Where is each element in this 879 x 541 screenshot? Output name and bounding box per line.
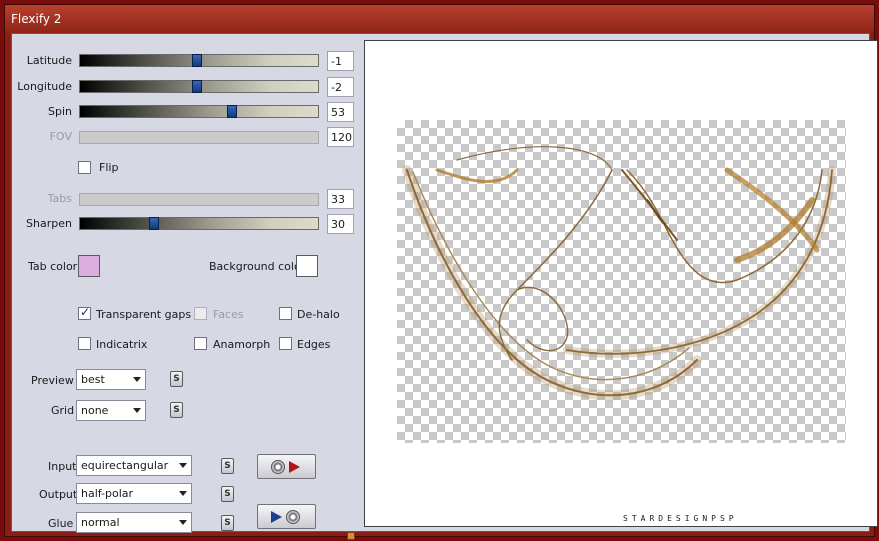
longitude-label: Longitude xyxy=(17,80,72,93)
faces-checkbox[interactable] xyxy=(194,307,207,320)
background-color-swatch[interactable] xyxy=(296,255,318,277)
preview-pane[interactable]: STARDESIGNPSP xyxy=(364,40,878,527)
latitude-slider[interactable] xyxy=(79,54,319,67)
latitude-label: Latitude xyxy=(26,54,72,67)
tabs-slider[interactable] xyxy=(79,193,319,206)
output-s-button[interactable]: S xyxy=(221,486,234,502)
tab-color-label: Tab color xyxy=(28,260,78,273)
play-blue-icon xyxy=(271,511,282,523)
spin-slider[interactable] xyxy=(79,105,319,118)
transparent-gaps-label: Transparent gaps xyxy=(96,308,192,321)
resize-handle[interactable] xyxy=(347,532,355,540)
chevron-down-icon xyxy=(179,520,187,525)
glue-label: Glue xyxy=(48,517,74,530)
title-bar[interactable]: Flexify 2 xyxy=(5,5,874,33)
edges-checkbox[interactable] xyxy=(279,337,292,350)
longitude-slider-thumb[interactable] xyxy=(191,80,202,93)
chevron-down-icon xyxy=(179,463,187,468)
de-halo-checkbox[interactable] xyxy=(279,307,292,320)
preview-checkerboard xyxy=(397,120,846,443)
chevron-down-icon xyxy=(133,377,141,382)
longitude-field[interactable]: -2 xyxy=(327,77,354,97)
input-process-button[interactable] xyxy=(257,454,316,479)
check-icon: ✓ xyxy=(80,305,91,319)
glue-select[interactable]: normal xyxy=(76,512,192,533)
tabs-field[interactable]: 33 xyxy=(327,189,354,209)
latitude-slider-thumb[interactable] xyxy=(191,54,202,67)
longitude-slider[interactable] xyxy=(79,80,319,93)
spin-label: Spin xyxy=(48,105,72,118)
spin-slider-thumb[interactable] xyxy=(227,105,238,118)
disc-icon xyxy=(286,510,300,524)
sharpen-label: Sharpen xyxy=(26,217,72,230)
sharpen-field[interactable]: 30 xyxy=(327,214,354,234)
watermark-text: STARDESIGNPSP xyxy=(623,514,738,523)
preview-select[interactable]: best xyxy=(76,369,146,390)
dialog-client: Latitude -1 Longitude -2 Spin 53 FOV 120… xyxy=(11,33,878,540)
grid-select[interactable]: none xyxy=(76,400,146,421)
faces-label: Faces xyxy=(213,308,244,321)
background-color-label: Background color xyxy=(209,260,306,273)
transparent-gaps-checkbox[interactable]: ✓ xyxy=(78,305,91,320)
fov-slider[interactable] xyxy=(79,131,319,144)
input-select-value: equirectangular xyxy=(81,459,169,472)
input-label: Input xyxy=(48,460,77,473)
play-red-icon xyxy=(289,461,300,473)
preview-label: Preview xyxy=(31,374,74,387)
output-process-button[interactable] xyxy=(257,504,316,529)
spin-field[interactable]: 53 xyxy=(327,102,354,122)
grid-label: Grid xyxy=(51,404,75,417)
glue-select-value: normal xyxy=(81,516,120,529)
sharpen-slider-thumb[interactable] xyxy=(148,217,159,230)
output-label: Output xyxy=(39,488,78,501)
preview-select-value: best xyxy=(81,373,105,386)
fov-label: FOV xyxy=(49,130,72,143)
latitude-field[interactable]: -1 xyxy=(327,51,354,71)
edges-label: Edges xyxy=(297,338,331,351)
preview-s-button[interactable]: S xyxy=(170,371,183,387)
window-title: Flexify 2 xyxy=(11,12,62,26)
anamorph-checkbox[interactable] xyxy=(194,337,207,350)
output-select[interactable]: half-polar xyxy=(76,483,192,504)
grid-s-button[interactable]: S xyxy=(170,402,183,418)
tab-color-swatch[interactable] xyxy=(78,255,100,277)
flip-checkbox[interactable] xyxy=(78,161,91,174)
fov-field[interactable]: 120 xyxy=(327,127,354,147)
glue-s-button[interactable]: S xyxy=(221,515,234,531)
disc-icon xyxy=(271,460,285,474)
input-select[interactable]: equirectangular xyxy=(76,455,192,476)
anamorph-label: Anamorph xyxy=(213,338,271,351)
flexified-image xyxy=(402,146,836,401)
output-select-value: half-polar xyxy=(81,487,134,500)
chevron-down-icon xyxy=(179,491,187,496)
sharpen-slider[interactable] xyxy=(79,217,319,230)
tabs-label: Tabs xyxy=(47,192,72,205)
flexify-window: Flexify 2 Latitude -1 Longitude -2 Spin … xyxy=(4,4,878,540)
grid-select-value: none xyxy=(81,404,109,417)
indicatrix-checkbox[interactable] xyxy=(78,337,91,350)
de-halo-label: De-halo xyxy=(297,308,340,321)
indicatrix-label: Indicatrix xyxy=(96,338,148,351)
chevron-down-icon xyxy=(133,408,141,413)
flip-label: Flip xyxy=(99,161,119,174)
input-s-button[interactable]: S xyxy=(221,458,234,474)
